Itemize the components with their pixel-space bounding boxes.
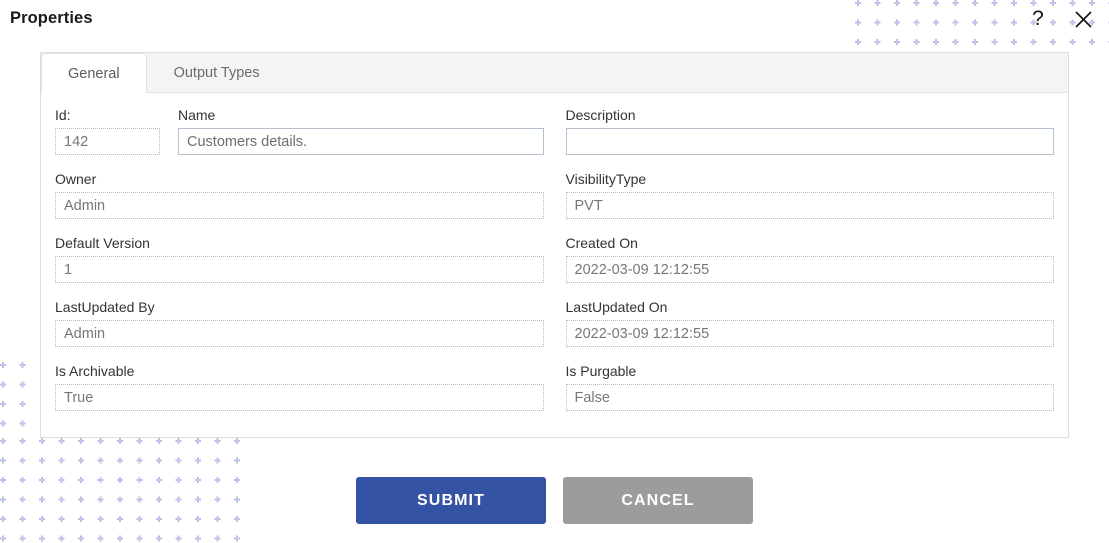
submit-button[interactable]: SUBMIT bbox=[356, 477, 546, 524]
question-mark-icon[interactable]: ? bbox=[1024, 5, 1052, 33]
id-name-row: Id: 142 Name Customers details. bbox=[55, 107, 544, 171]
field-default-version-input[interactable]: 1 bbox=[55, 256, 544, 283]
field-lastupdated-on: LastUpdated On 2022-03-09 12:12:55 bbox=[565, 299, 1054, 347]
field-owner-label: Owner bbox=[55, 171, 97, 187]
field-default-version: Default Version 1 bbox=[55, 235, 544, 283]
field-id-input[interactable]: 142 bbox=[55, 128, 160, 155]
properties-panel: General Output Types Id: 142 Name Custom… bbox=[40, 52, 1069, 438]
dialog-header: Properties ? bbox=[0, 0, 1109, 42]
help-icon-glyph: ? bbox=[1032, 7, 1044, 30]
dot-pattern-background-left bbox=[0, 362, 36, 438]
field-owner: Owner Admin bbox=[55, 171, 544, 219]
field-is-archivable: Is Archivable True bbox=[55, 363, 544, 411]
field-description-input[interactable] bbox=[565, 128, 1054, 155]
field-visibility-type: VisibilityType PVT bbox=[565, 171, 1054, 219]
field-description-label: Description bbox=[565, 107, 636, 123]
field-created-on-input[interactable]: 2022-03-09 12:12:55 bbox=[565, 256, 1054, 283]
field-owner-input[interactable]: Admin bbox=[55, 192, 544, 219]
tab-general-label: General bbox=[68, 65, 120, 82]
field-name: Name Customers details. bbox=[178, 107, 544, 155]
field-name-label: Name bbox=[178, 107, 216, 123]
page-title: Properties bbox=[10, 9, 93, 27]
cancel-button[interactable]: CANCEL bbox=[563, 477, 753, 524]
field-created-on-label: Created On bbox=[565, 235, 638, 251]
tab-general[interactable]: General bbox=[41, 53, 147, 93]
tab-output-types-label: Output Types bbox=[173, 65, 260, 81]
field-is-purgable-label: Is Purgable bbox=[565, 363, 637, 379]
field-description: Description bbox=[565, 107, 1054, 155]
close-icon[interactable] bbox=[1069, 5, 1097, 33]
tab-output-types[interactable]: Output Types bbox=[147, 53, 287, 92]
field-id: Id: 142 bbox=[55, 107, 160, 155]
field-id-label: Id: bbox=[55, 107, 71, 123]
field-lastupdated-on-label: LastUpdated On bbox=[565, 299, 668, 315]
field-lastupdated-by-label: LastUpdated By bbox=[55, 299, 155, 315]
field-created-on: Created On 2022-03-09 12:12:55 bbox=[565, 235, 1054, 283]
field-is-archivable-label: Is Archivable bbox=[55, 363, 135, 379]
tab-bar: General Output Types bbox=[41, 53, 1068, 93]
field-lastupdated-on-input[interactable]: 2022-03-09 12:12:55 bbox=[565, 320, 1054, 347]
field-lastupdated-by-input[interactable]: Admin bbox=[55, 320, 544, 347]
general-form: Id: 142 Name Customers details. Descript… bbox=[41, 93, 1068, 427]
dialog-actions: SUBMIT CANCEL bbox=[0, 477, 1109, 524]
field-is-purgable: Is Purgable False bbox=[565, 363, 1054, 411]
field-is-archivable-input[interactable]: True bbox=[55, 384, 544, 411]
field-is-purgable-input[interactable]: False bbox=[565, 384, 1054, 411]
field-lastupdated-by: LastUpdated By Admin bbox=[55, 299, 544, 347]
field-visibility-type-label: VisibilityType bbox=[565, 171, 647, 187]
field-visibility-type-input[interactable]: PVT bbox=[565, 192, 1054, 219]
field-name-input[interactable]: Customers details. bbox=[178, 128, 544, 155]
field-default-version-label: Default Version bbox=[55, 235, 150, 251]
